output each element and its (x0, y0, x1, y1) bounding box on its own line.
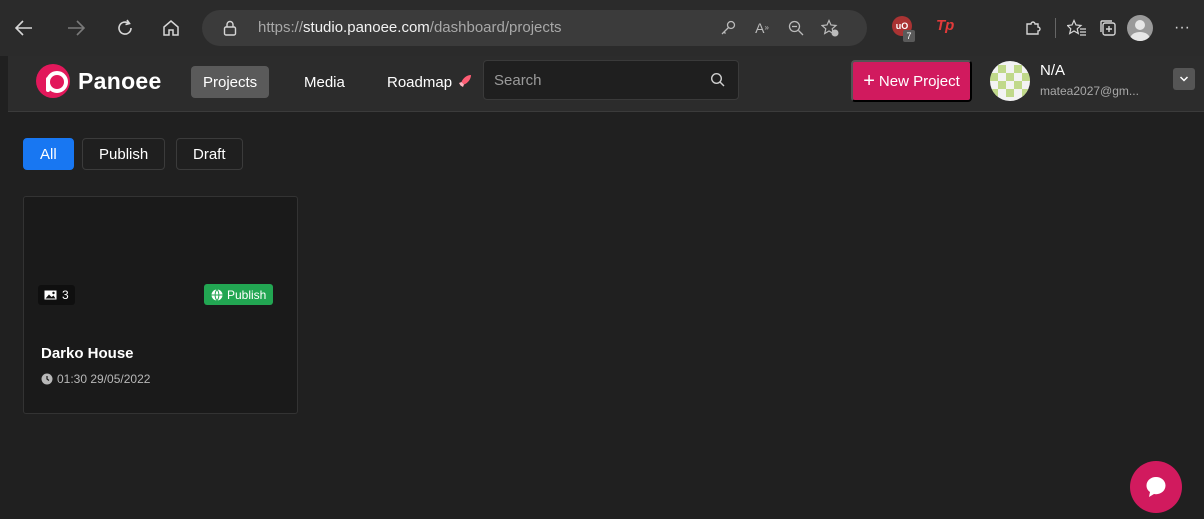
nav-media[interactable]: Media (292, 66, 357, 98)
filter-draft-label: Draft (193, 145, 226, 163)
panoee-logo[interactable]: Panoee (36, 64, 162, 98)
filter-publish[interactable]: Publish (82, 138, 166, 170)
back-icon[interactable] (10, 14, 38, 42)
collections-icon[interactable] (1094, 14, 1122, 42)
nav-projects[interactable]: Projects (191, 66, 270, 98)
project-timestamp-text: 01:30 29/05/2022 (57, 372, 151, 386)
toolbar-divider (1055, 18, 1056, 38)
plus-icon: + (863, 70, 875, 92)
home-icon[interactable] (157, 14, 185, 42)
chat-support-button[interactable] (1130, 461, 1182, 513)
extension-count-badge: 7 (903, 30, 915, 42)
new-project-button[interactable]: + New Project (851, 60, 972, 102)
publish-status-label: Publish (227, 287, 267, 302)
zoom-icon[interactable] (782, 14, 810, 42)
nav-roadmap-label: Roadmap (387, 73, 453, 91)
filter-draft[interactable]: Draft (176, 138, 243, 170)
profile-icon[interactable] (1127, 15, 1153, 41)
publish-status-badge: Publish (204, 284, 274, 305)
nav-media-label: Media (304, 73, 345, 91)
image-count: 3 (62, 288, 69, 302)
image-icon (44, 290, 57, 300)
extensions-icon[interactable] (1019, 14, 1047, 42)
lock-icon[interactable] (216, 14, 244, 42)
add-favorite-icon[interactable] (816, 14, 844, 42)
chat-icon (1146, 477, 1166, 497)
user-menu-dropdown[interactable] (1173, 68, 1195, 90)
project-title[interactable]: Darko House (41, 345, 134, 362)
filter-publish-label: Publish (99, 145, 149, 163)
chevron-down-icon (1179, 76, 1189, 82)
address-bar[interactable]: https://studio.panoee.com/dashboard/proj… (202, 10, 867, 46)
search-input[interactable] (484, 61, 704, 99)
project-timestamp: 01:30 29/05/2022 (41, 372, 150, 386)
image-count-badge: 3 (38, 285, 75, 305)
nav-projects-label: Projects (203, 73, 258, 91)
rocket-icon (458, 74, 472, 91)
user-email: matea2027@gm... (1040, 84, 1139, 98)
panoee-logo-icon (36, 64, 70, 98)
app-header: Panoee Projects Media Roadmap + New Proj… (8, 56, 1204, 112)
search-box[interactable] (483, 60, 739, 100)
refresh-icon[interactable] (111, 14, 139, 42)
url-domain: studio.panoee.com (303, 19, 430, 36)
url-path: /dashboard/projects (429, 19, 562, 36)
new-project-label: New Project (878, 72, 960, 90)
filter-all[interactable]: All (23, 138, 74, 170)
key-icon[interactable] (714, 14, 742, 42)
main-content: All Publish Draft 3 Publish Darko House … (8, 113, 1204, 519)
nav-roadmap[interactable]: Roadmap (375, 66, 484, 98)
avatar[interactable] (990, 61, 1030, 101)
filter-all-label: All (40, 145, 57, 163)
tp-extension-icon[interactable]: Tp (936, 17, 954, 34)
user-name: N/A (1040, 62, 1066, 79)
url-text[interactable]: https://studio.panoee.com/dashboard/proj… (258, 19, 562, 36)
project-card[interactable]: 3 Publish Darko House 01:30 29/05/2022 (23, 196, 298, 414)
forward-icon[interactable] (62, 14, 90, 42)
more-icon[interactable]: ··· (1168, 14, 1196, 42)
clock-icon (41, 373, 53, 385)
search-icon[interactable] (710, 72, 726, 88)
browser-toolbar: https://studio.panoee.com/dashboard/proj… (0, 0, 1204, 56)
read-aloud-icon[interactable]: A» (748, 14, 776, 42)
globe-icon (211, 288, 223, 301)
favorites-icon[interactable] (1063, 14, 1091, 42)
url-prefix: https:// (258, 19, 304, 36)
logo-text: Panoee (78, 67, 162, 94)
